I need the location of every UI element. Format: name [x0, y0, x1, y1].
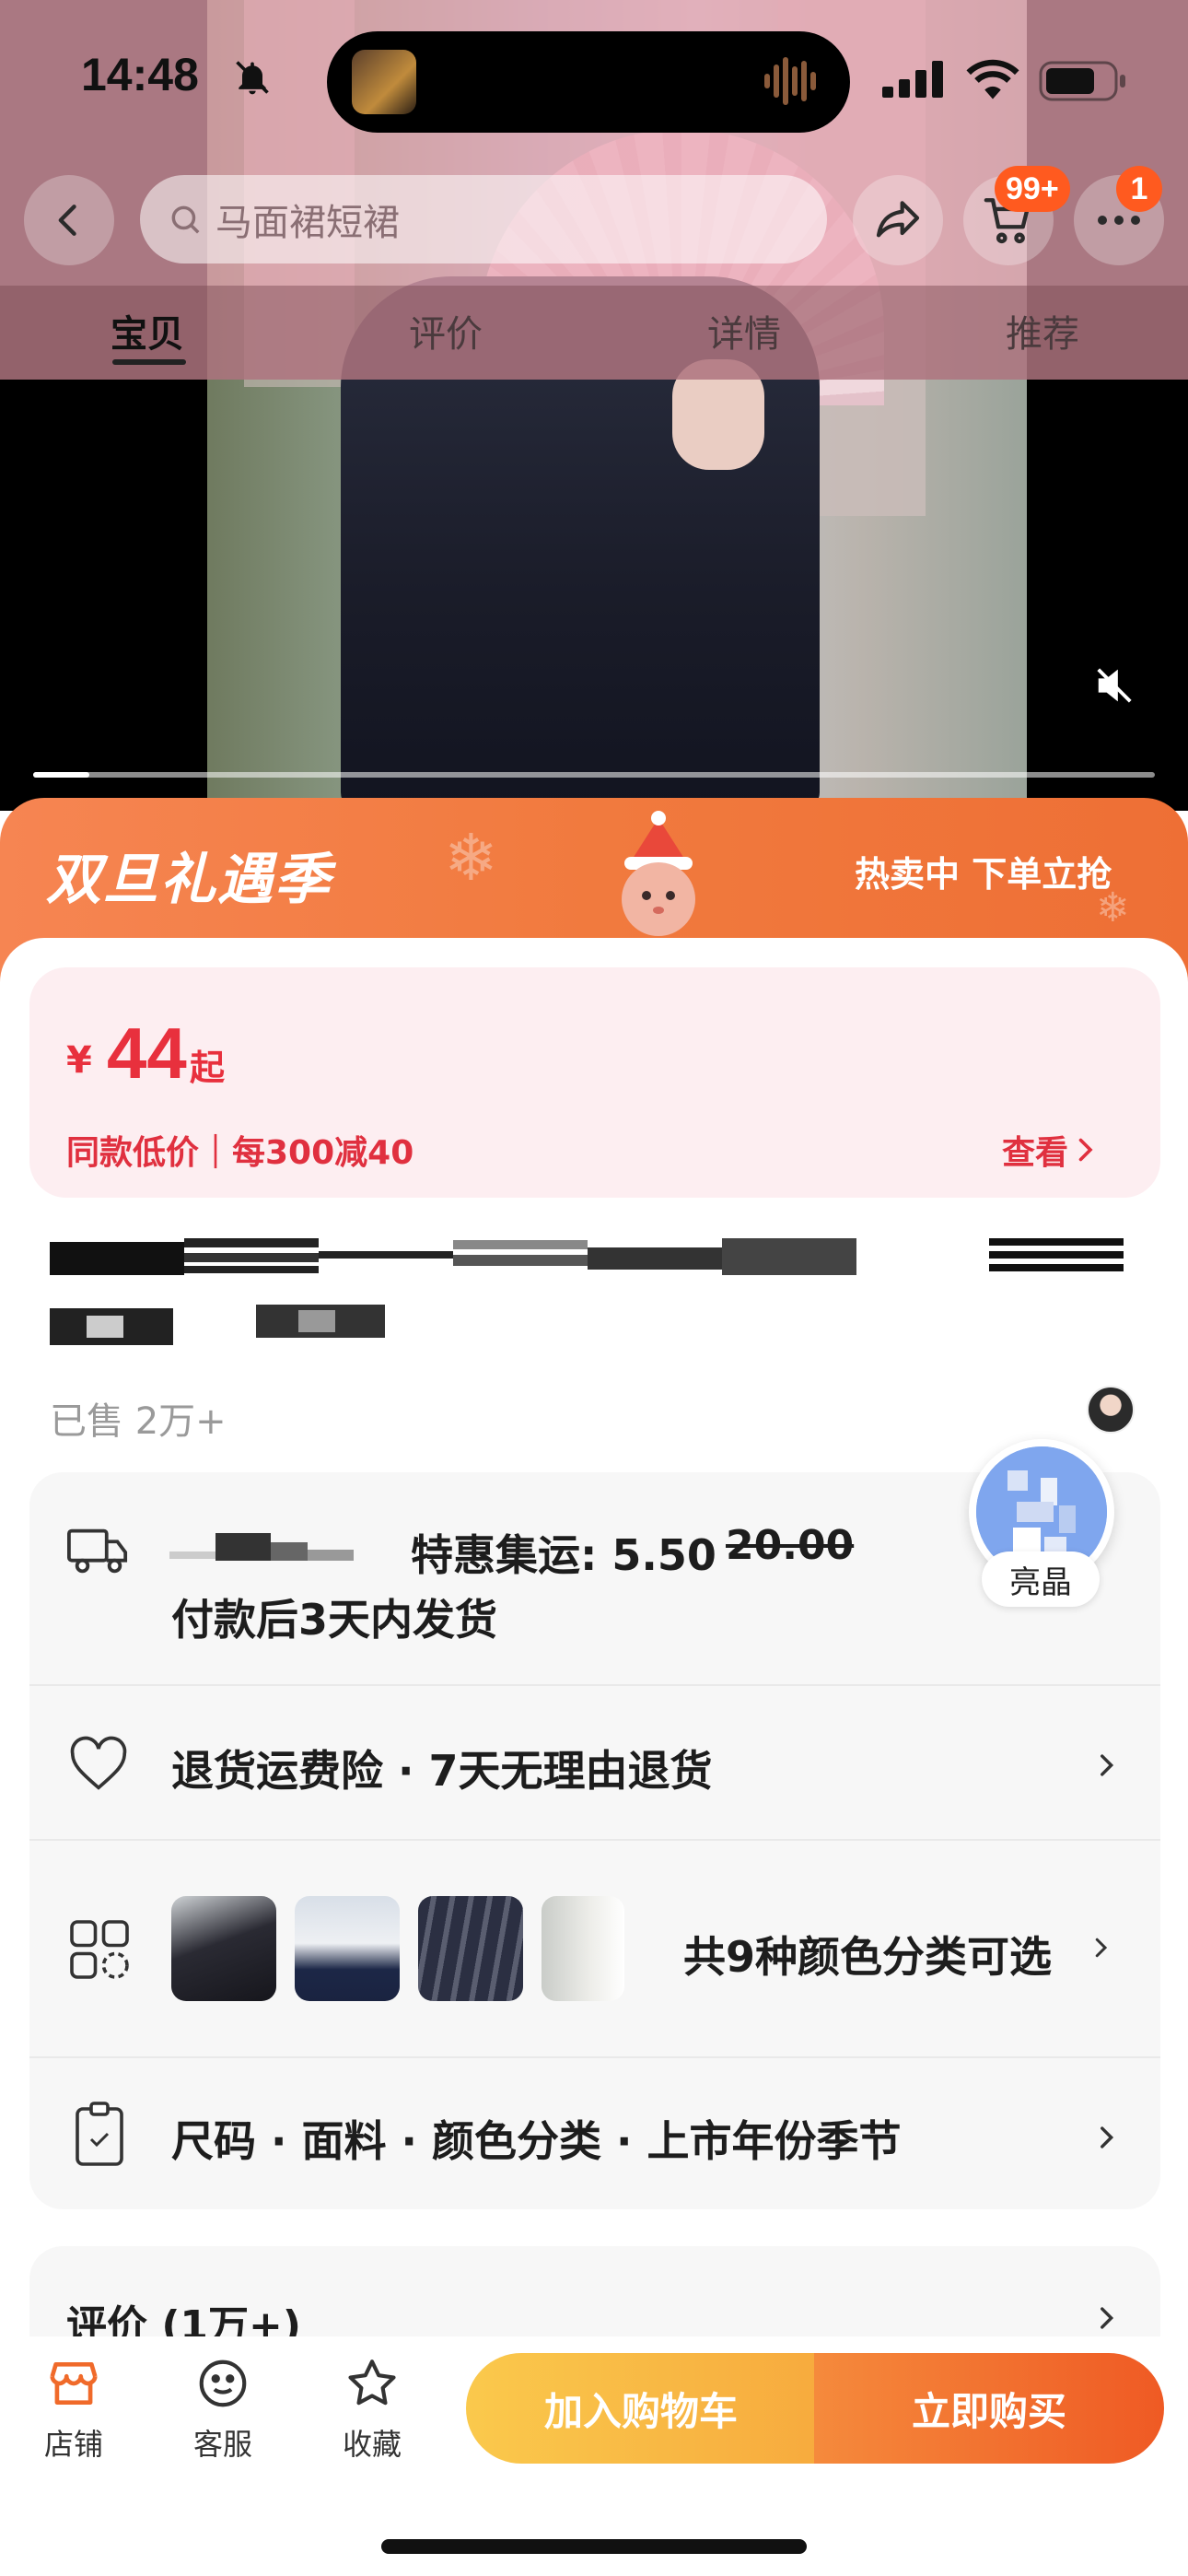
store-label: 店铺: [43, 2427, 103, 2462]
chevron-right-icon[interactable]: [1090, 2119, 1122, 2156]
search-placeholder: 马面裙短裙: [215, 202, 400, 244]
home-indicator[interactable]: [381, 2539, 807, 2554]
favorite-button[interactable]: 收藏: [317, 2355, 427, 2464]
variant-thumbnail[interactable]: [171, 1896, 276, 2001]
sold-count: 已售 2万+: [50, 1400, 227, 1443]
chevron-right-icon: [1078, 1138, 1093, 1162]
snowflake-icon: ❄: [444, 820, 498, 896]
currency-symbol: ¥: [66, 1039, 92, 1082]
promo-callout: 热卖中 下单立抢: [855, 854, 1112, 895]
mute-button[interactable]: [1087, 662, 1142, 709]
message-badge: 1: [1116, 166, 1162, 212]
share-button[interactable]: [853, 175, 943, 265]
signal-icon: [882, 61, 943, 98]
price-promo-note: 同款低价｜每300减40: [66, 1134, 414, 1172]
buyer-avatar: [1087, 1386, 1135, 1434]
audio-wave-icon: [764, 57, 816, 105]
view-promo-link[interactable]: 查看: [1002, 1126, 1101, 1174]
status-time: 14:48: [81, 49, 199, 100]
tab-item[interactable]: 宝贝: [111, 304, 184, 357]
variant-thumbnail[interactable]: [295, 1896, 400, 2001]
promo-title: 双旦礼遇季: [46, 848, 332, 912]
clipboard-icon: [76, 2102, 123, 2166]
bell-slash-icon: [236, 61, 269, 95]
product-title-redacted: [50, 1238, 1124, 1345]
variant-thumbnail[interactable]: [418, 1896, 523, 2001]
shipping-fee: 特惠集运: 5.50: [411, 1530, 716, 1580]
shipping-origin-redacted: [169, 1533, 354, 1561]
shipping-original-fee: 20.00: [726, 1522, 855, 1569]
mute-icon: [1097, 668, 1132, 703]
favorite-label: 收藏: [342, 2427, 402, 2462]
share-icon: [876, 201, 920, 238]
tab-details[interactable]: 详情: [707, 304, 781, 357]
more-icon: [1098, 216, 1140, 225]
variant-thumbnail[interactable]: [542, 1896, 624, 2001]
search-icon: [171, 205, 200, 234]
service-label: 客服: [192, 2427, 252, 2462]
tab-recommend[interactable]: 推荐: [1006, 304, 1079, 357]
video-progress-fill: [33, 772, 89, 778]
service-icon: [199, 2359, 247, 2407]
chevron-right-icon[interactable]: [1087, 1929, 1114, 1966]
view-promo-label: 查看: [1002, 1134, 1069, 1172]
specs-text[interactable]: 尺码 · 面料 · 颜色分类 · 上市年份季节: [171, 2108, 902, 2169]
store-icon: [50, 2362, 98, 2405]
search-input[interactable]: 马面裙短裙: [140, 175, 827, 263]
delivery-time: 付款后3天内发货: [171, 1595, 498, 1645]
price-suffix: 起: [190, 1048, 226, 1088]
chevron-right-icon[interactable]: [1090, 2300, 1122, 2336]
variant-count[interactable]: 共9种颜色分类可选: [683, 1924, 1052, 1985]
tab-reviews[interactable]: 评价: [409, 304, 483, 357]
store-button[interactable]: 店铺: [18, 2355, 129, 2464]
price-value: 44: [107, 1013, 187, 1094]
live-host-name: 亮晶: [982, 1551, 1100, 1607]
truck-icon: [67, 1528, 128, 1574]
back-button[interactable]: [24, 175, 114, 265]
now-playing-artwork: [352, 50, 416, 114]
star-icon: [348, 2359, 396, 2406]
add-to-cart-button[interactable]: 加入购物车: [466, 2353, 816, 2464]
buy-now-button[interactable]: 立即购买: [814, 2353, 1164, 2464]
active-tab-indicator: [112, 359, 186, 365]
customer-service-button[interactable]: 客服: [168, 2355, 278, 2464]
chevron-right-icon[interactable]: [1090, 1747, 1122, 1784]
wifi-icon: [966, 59, 1019, 100]
heart-icon: [70, 1736, 127, 1790]
battery-icon: [1039, 61, 1125, 101]
back-icon: [58, 205, 76, 236]
mascot-icon: [622, 811, 695, 936]
guarantee-text[interactable]: 退货运费险 · 7天无理由退货: [171, 1738, 713, 1798]
cart-badge: 99+: [995, 166, 1070, 212]
grid-icon: [70, 1920, 129, 1979]
video-progress-track[interactable]: [33, 772, 1155, 778]
